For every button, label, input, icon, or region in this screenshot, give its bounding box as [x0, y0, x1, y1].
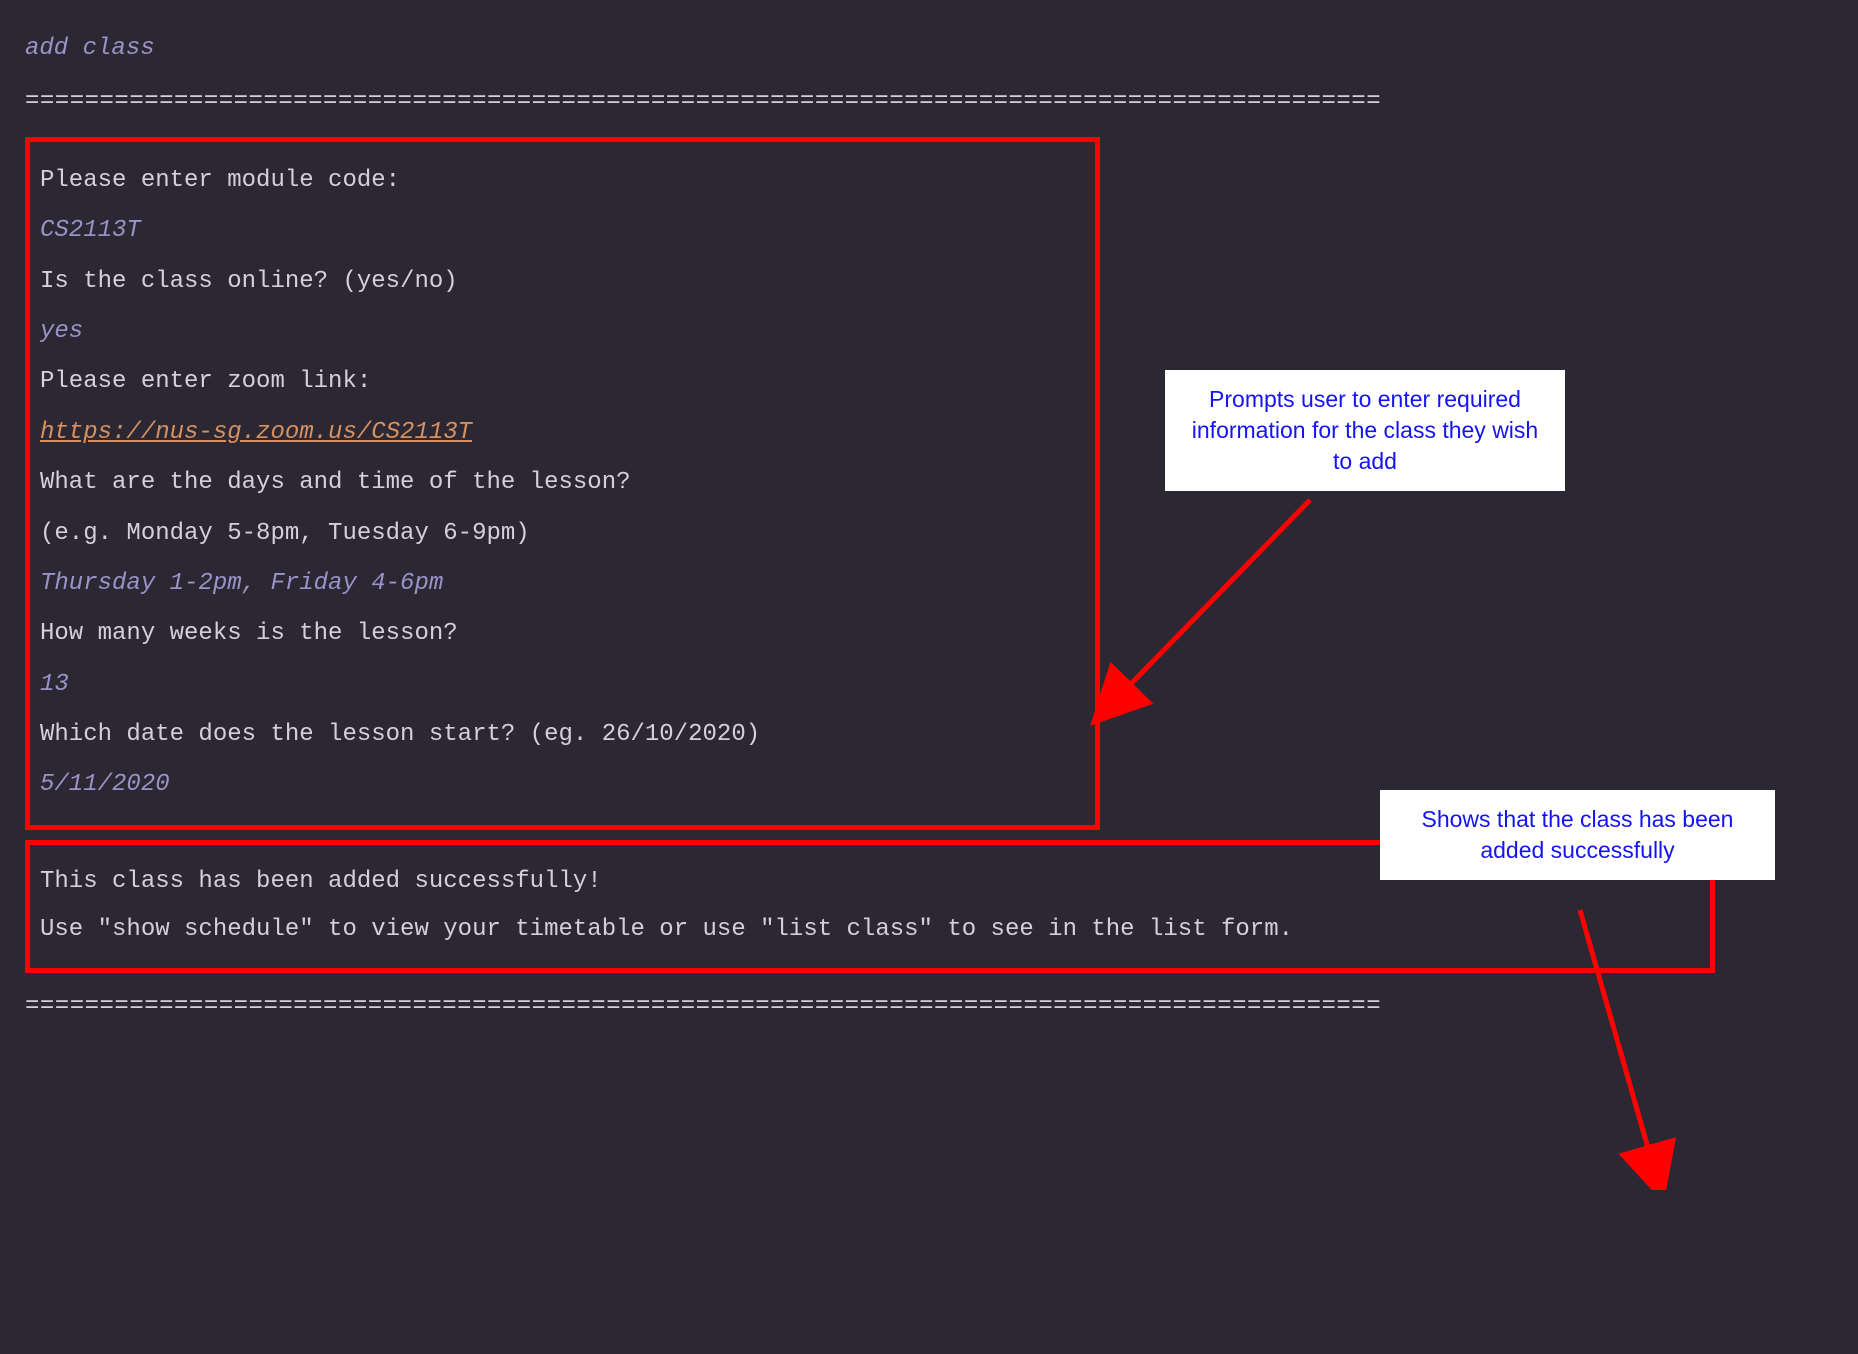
days-example: (e.g. Monday 5-8pm, Tuesday 6-9pm) — [40, 515, 1085, 553]
arrow-1 — [1090, 480, 1390, 740]
days-prompt: What are the days and time of the lesson… — [40, 464, 1085, 502]
callout-success: Shows that the class has been added succ… — [1380, 790, 1775, 880]
module-code-input: CS2113T — [40, 212, 1085, 250]
online-prompt: Is the class online? (yes/no) — [40, 263, 1085, 301]
days-input: Thursday 1-2pm, Friday 4-6pm — [40, 565, 1085, 603]
module-code-prompt: Please enter module code: — [40, 162, 1085, 200]
online-input: yes — [40, 313, 1085, 351]
weeks-input: 13 — [40, 666, 1085, 704]
date-input: 5/11/2020 — [40, 766, 1085, 804]
success-instruction: Use "show schedule" to view your timetab… — [40, 911, 1700, 949]
zoom-link-input: https://nus-sg.zoom.us/CS2113T — [40, 414, 1085, 452]
command-input: add class — [25, 30, 1833, 68]
divider-top: ========================================… — [25, 83, 1833, 121]
divider-bottom: ========================================… — [25, 988, 1833, 1026]
weeks-prompt: How many weeks is the lesson? — [40, 615, 1085, 653]
callout-prompts: Prompts user to enter required informati… — [1165, 370, 1565, 491]
prompt-box: Please enter module code: CS2113T Is the… — [25, 137, 1100, 830]
zoom-prompt: Please enter zoom link: — [40, 363, 1085, 401]
date-prompt: Which date does the lesson start? (eg. 2… — [40, 716, 1085, 754]
